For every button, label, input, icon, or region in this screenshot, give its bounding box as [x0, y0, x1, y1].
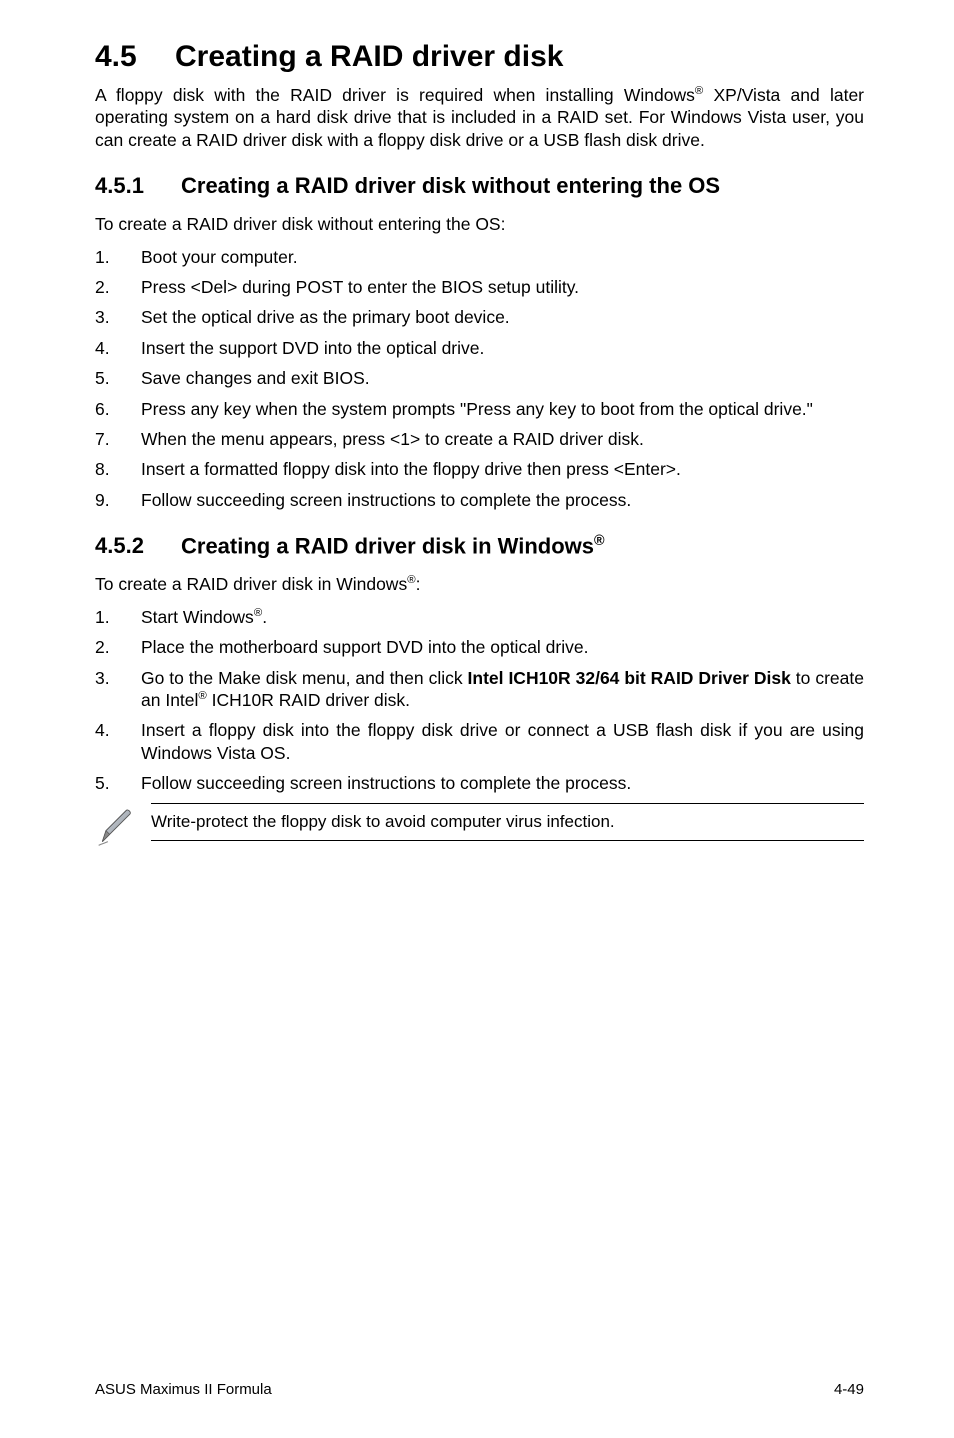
item-text: Save changes and exit BIOS.: [141, 367, 864, 389]
pencil-icon: [95, 803, 151, 854]
item-text: Place the motherboard support DVD into t…: [141, 636, 864, 658]
lead-text: To create a RAID driver disk in Windows®…: [95, 573, 864, 595]
item-text: When the menu appears, press <1> to crea…: [141, 428, 864, 450]
item-text: Boot your computer.: [141, 246, 864, 268]
item-text: Insert a floppy disk into the floppy dis…: [141, 719, 864, 764]
list-item: 9.Follow succeeding screen instructions …: [95, 489, 864, 511]
heading-number: 4.5: [95, 40, 175, 74]
list-item: 1. Start Windows®.: [95, 606, 864, 628]
intro-text-a: A floppy disk with the RAID driver is re…: [95, 85, 695, 105]
item-number: 2.: [95, 636, 141, 658]
list-item: 4.Insert the support DVD into the optica…: [95, 337, 864, 359]
heading-title: Creating a RAID driver disk: [175, 40, 563, 73]
list-item: 5.Save changes and exit BIOS.: [95, 367, 864, 389]
item-number: 3.: [95, 667, 141, 712]
list-item: 5. Follow succeeding screen instructions…: [95, 772, 864, 794]
item-text: Insert a formatted floppy disk into the …: [141, 458, 864, 480]
list-item: 7.When the menu appears, press <1> to cr…: [95, 428, 864, 450]
ordered-list-452: 1. Start Windows®. 2. Place the motherbo…: [95, 606, 864, 795]
list-item: 2.Press <Del> during POST to enter the B…: [95, 276, 864, 298]
registered-mark: ®: [407, 575, 415, 587]
item-text: Set the optical drive as the primary boo…: [141, 306, 864, 328]
section-heading-4-5: 4.5Creating a RAID driver disk: [95, 40, 864, 74]
item-text: Follow succeeding screen instructions to…: [141, 772, 864, 794]
heading-title: Creating a RAID driver disk in Windows: [181, 533, 594, 558]
registered-mark: ®: [695, 85, 703, 97]
footer-left: ASUS Maximus II Formula: [95, 1381, 272, 1398]
item-number: 6.: [95, 398, 141, 420]
ordered-list-451: 1.Boot your computer. 2.Press <Del> duri…: [95, 246, 864, 512]
item-number: 8.: [95, 458, 141, 480]
list-item: 2. Place the motherboard support DVD int…: [95, 636, 864, 658]
item-number: 4.: [95, 337, 141, 359]
list-item: 3. Go to the Make disk menu, and then cl…: [95, 667, 864, 712]
item-text: Go to the Make disk menu, and then click…: [141, 667, 864, 712]
item-number: 4.: [95, 719, 141, 764]
item-number: 5.: [95, 367, 141, 389]
lead-b: :: [416, 574, 421, 594]
page-footer: ASUS Maximus II Formula 4-49: [95, 1381, 864, 1398]
heading-title: Creating a RAID driver disk without ente…: [181, 173, 720, 198]
registered-mark: ®: [198, 690, 206, 702]
item-text: Follow succeeding screen instructions to…: [141, 489, 864, 511]
section-heading-4-5-2: 4.5.2Creating a RAID driver disk in Wind…: [95, 533, 864, 559]
item-number: 9.: [95, 489, 141, 511]
item-number: 5.: [95, 772, 141, 794]
bold-label: Intel ICH10R 32/64 bit RAID Driver Disk: [468, 668, 791, 688]
note-block: Write-protect the floppy disk to avoid c…: [95, 803, 864, 854]
list-item: 4. Insert a floppy disk into the floppy …: [95, 719, 864, 764]
item-number: 1.: [95, 246, 141, 268]
note-text: Write-protect the floppy disk to avoid c…: [151, 803, 864, 841]
item-text: Press <Del> during POST to enter the BIO…: [141, 276, 864, 298]
footer-right: 4-49: [834, 1381, 864, 1398]
list-item: 3.Set the optical drive as the primary b…: [95, 306, 864, 328]
registered-mark: ®: [254, 607, 262, 619]
lead-text: To create a RAID driver disk without ent…: [95, 213, 864, 235]
item-number: 3.: [95, 306, 141, 328]
item-number: 1.: [95, 606, 141, 628]
lead-a: To create a RAID driver disk in Windows: [95, 574, 407, 594]
item-number: 7.: [95, 428, 141, 450]
section-heading-4-5-1: 4.5.1Creating a RAID driver disk without…: [95, 173, 864, 199]
item-text: Press any key when the system prompts "P…: [141, 398, 864, 420]
list-item: 8.Insert a formatted floppy disk into th…: [95, 458, 864, 480]
heading-number: 4.5.1: [95, 173, 181, 199]
list-item: 1.Boot your computer.: [95, 246, 864, 268]
item-number: 2.: [95, 276, 141, 298]
intro-paragraph: A floppy disk with the RAID driver is re…: [95, 84, 864, 151]
item-text: Start Windows®.: [141, 606, 864, 628]
list-item: 6.Press any key when the system prompts …: [95, 398, 864, 420]
item-text: Insert the support DVD into the optical …: [141, 337, 864, 359]
heading-number: 4.5.2: [95, 533, 181, 559]
registered-mark: ®: [594, 533, 605, 549]
